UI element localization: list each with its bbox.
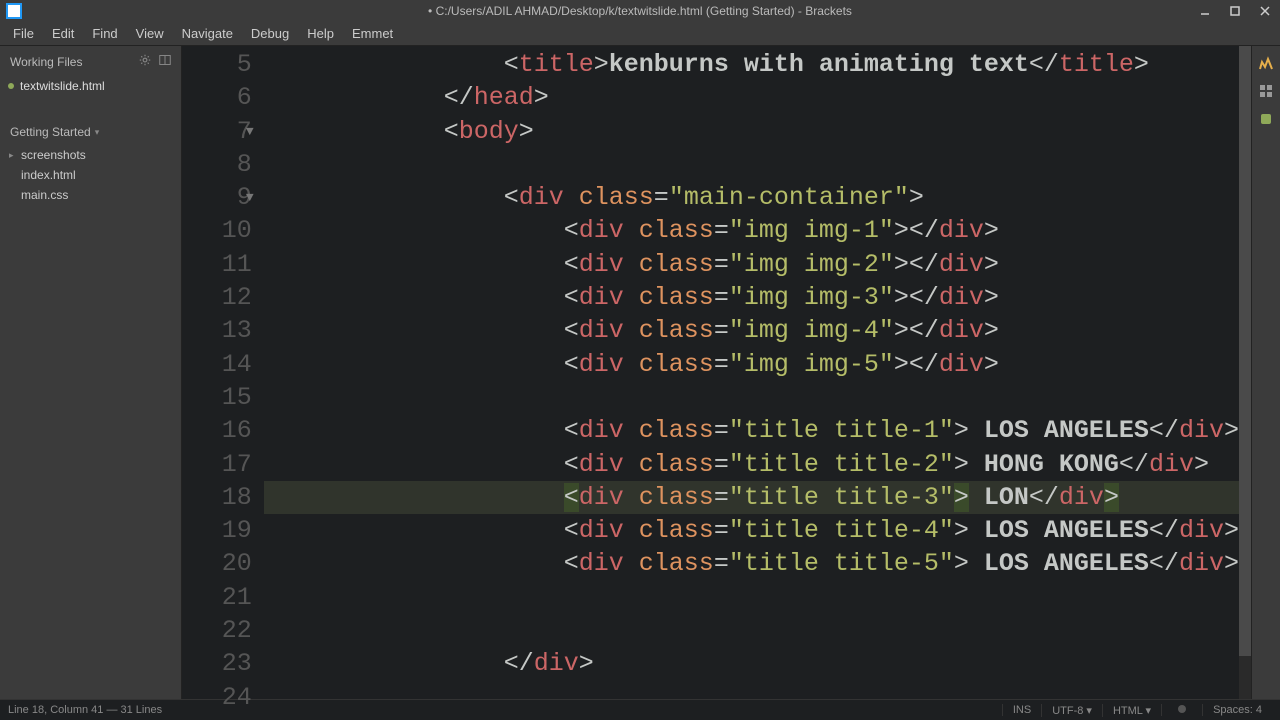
menu-edit[interactable]: Edit bbox=[43, 22, 83, 46]
project-label: Getting Started bbox=[10, 125, 91, 139]
working-files-header: Working Files bbox=[0, 46, 181, 75]
line-gutter: 567▼89▼101112131415161718192021222324 bbox=[182, 46, 264, 699]
menu-emmet[interactable]: Emmet bbox=[343, 22, 402, 46]
code-line[interactable]: <div class="title title-4"> LOS ANGELES<… bbox=[264, 514, 1239, 547]
menu-navigate[interactable]: Navigate bbox=[173, 22, 242, 46]
menu-debug[interactable]: Debug bbox=[242, 22, 298, 46]
plugin-icon[interactable] bbox=[1257, 110, 1275, 128]
insert-mode[interactable]: INS bbox=[1002, 704, 1041, 716]
app-logo-icon bbox=[6, 3, 22, 19]
code-line[interactable]: <div class="img img-4"></div> bbox=[264, 314, 1239, 347]
code-line[interactable] bbox=[264, 581, 1239, 614]
scrollbar-thumb[interactable] bbox=[1239, 46, 1251, 656]
maximize-button[interactable] bbox=[1220, 0, 1250, 22]
code-line[interactable]: <div class="title title-1"> LOS ANGELES<… bbox=[264, 414, 1239, 447]
cursor-position[interactable]: Line 18, Column 41 — 31 Lines bbox=[8, 704, 1002, 716]
code-line[interactable]: <body> bbox=[264, 115, 1239, 148]
menu-view[interactable]: View bbox=[127, 22, 173, 46]
indent-mode[interactable]: Spaces: 4 bbox=[1202, 704, 1272, 716]
code-line[interactable] bbox=[264, 381, 1239, 414]
split-view-icon[interactable] bbox=[159, 54, 171, 69]
code-line[interactable]: <div class="img img-3"></div> bbox=[264, 281, 1239, 314]
menu-help[interactable]: Help bbox=[298, 22, 343, 46]
tree-file[interactable]: main.css bbox=[0, 185, 181, 205]
code-area[interactable]: <title>kenburns with animating text</tit… bbox=[264, 46, 1239, 699]
tree-folder[interactable]: screenshots bbox=[0, 145, 181, 165]
live-preview-icon[interactable] bbox=[1257, 54, 1275, 72]
tree-file[interactable]: index.html bbox=[0, 165, 181, 185]
lint-status-icon[interactable] bbox=[1161, 704, 1202, 716]
project-header[interactable]: Getting Started bbox=[0, 119, 181, 145]
vertical-scrollbar[interactable] bbox=[1239, 46, 1251, 699]
gear-icon[interactable] bbox=[139, 54, 151, 69]
code-line[interactable]: <div class="title title-3"> LON</div> bbox=[264, 481, 1239, 514]
code-line[interactable] bbox=[264, 681, 1239, 699]
menu-find[interactable]: Find bbox=[83, 22, 126, 46]
code-line[interactable]: <div class="main-container"> bbox=[264, 181, 1239, 214]
editor[interactable]: 567▼89▼101112131415161718192021222324 <t… bbox=[182, 46, 1251, 699]
code-line[interactable]: </div> bbox=[264, 647, 1239, 680]
fold-toggle-icon[interactable]: ▼ bbox=[246, 181, 254, 214]
encoding[interactable]: UTF-8 ▾ bbox=[1041, 704, 1102, 717]
menubar: FileEditFindViewNavigateDebugHelpEmmet bbox=[0, 22, 1280, 46]
menu-file[interactable]: File bbox=[4, 22, 43, 46]
titlebar: • C:/Users/ADIL AHMAD/Desktop/k/textwits… bbox=[0, 0, 1280, 22]
code-line[interactable]: </head> bbox=[264, 81, 1239, 114]
code-line[interactable] bbox=[264, 148, 1239, 181]
sidebar: Working Files textwitslide.html Getting … bbox=[0, 46, 182, 699]
code-line[interactable]: <div class="img img-5"></div> bbox=[264, 348, 1239, 381]
main-area: Working Files textwitslide.html Getting … bbox=[0, 46, 1280, 699]
code-line[interactable] bbox=[264, 614, 1239, 647]
working-files-label: Working Files bbox=[10, 55, 82, 69]
extension-manager-icon[interactable] bbox=[1257, 82, 1275, 100]
code-line[interactable]: <div class="img img-1"></div> bbox=[264, 214, 1239, 247]
extension-bar bbox=[1251, 46, 1280, 699]
code-line[interactable]: <title>kenburns with animating text</tit… bbox=[264, 48, 1239, 81]
language-mode[interactable]: HTML ▾ bbox=[1102, 704, 1161, 717]
fold-toggle-icon[interactable]: ▼ bbox=[246, 115, 254, 148]
close-button[interactable] bbox=[1250, 0, 1280, 22]
minimize-button[interactable] bbox=[1190, 0, 1220, 22]
code-line[interactable]: <div class="img img-2"></div> bbox=[264, 248, 1239, 281]
window-title: • C:/Users/ADIL AHMAD/Desktop/k/textwits… bbox=[428, 4, 852, 18]
working-file[interactable]: textwitslide.html bbox=[0, 75, 181, 97]
code-line[interactable]: <div class="title title-2"> HONG KONG</d… bbox=[264, 448, 1239, 481]
code-line[interactable]: <div class="title title-5"> LOS ANGELES<… bbox=[264, 547, 1239, 580]
